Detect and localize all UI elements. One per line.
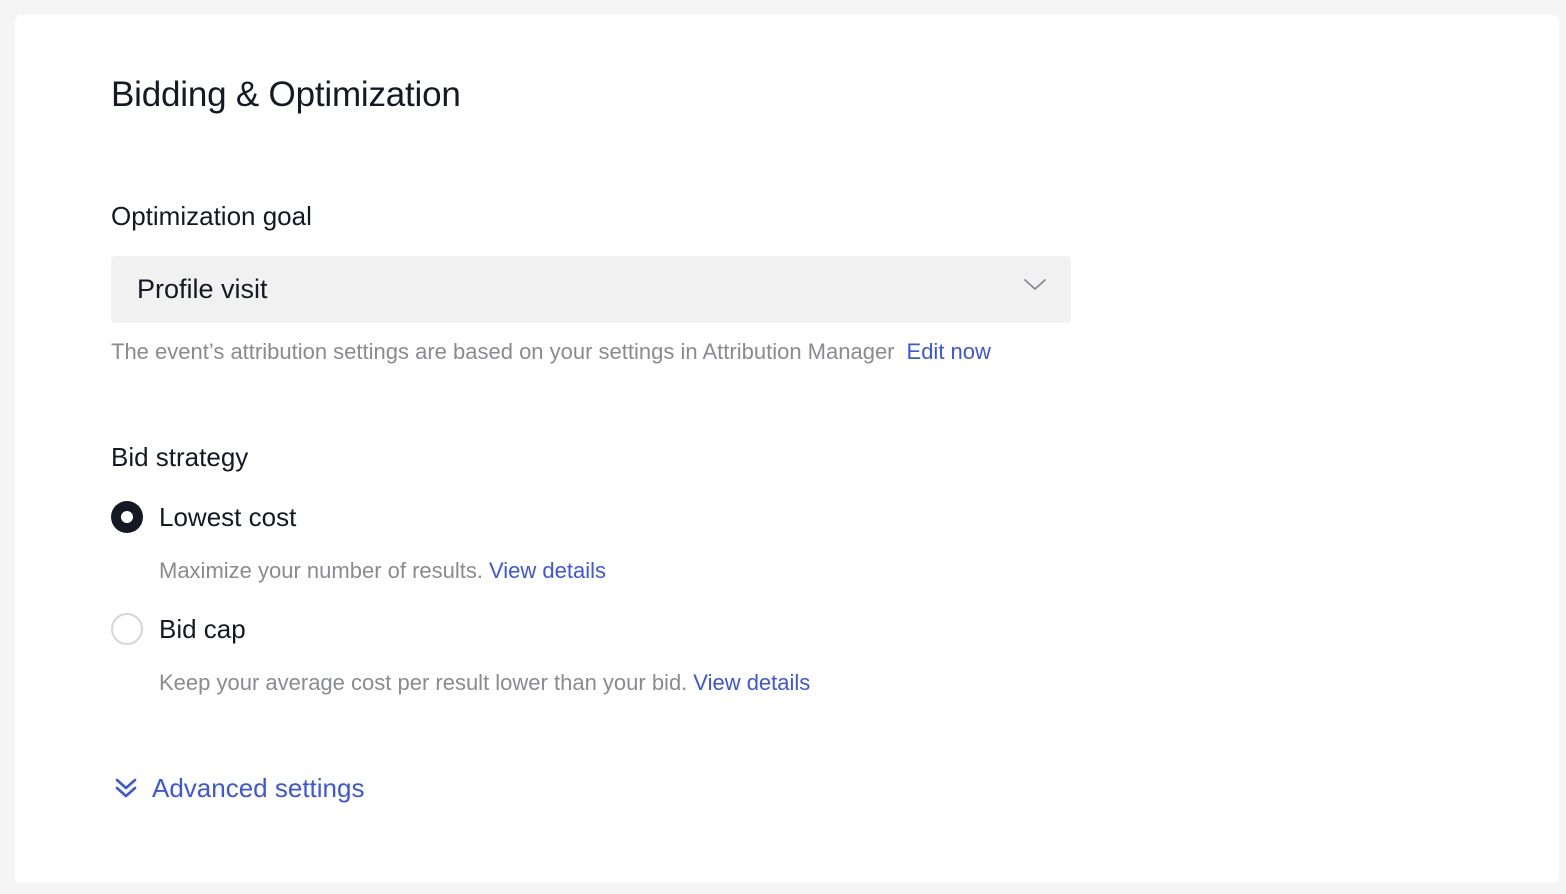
attribution-hint: The event’s attribution settings are bas… bbox=[111, 336, 991, 368]
radio-option-bid-cap[interactable]: Bid cap bbox=[111, 611, 246, 647]
radio-checked-icon[interactable] bbox=[111, 501, 143, 533]
advanced-settings-toggle[interactable]: Advanced settings bbox=[113, 771, 364, 805]
bid-strategy-label: Bid strategy bbox=[111, 442, 249, 472]
advanced-settings-label: Advanced settings bbox=[152, 773, 365, 803]
bid-cap-description: Keep your average cost per result lower … bbox=[159, 667, 810, 699]
optimization-goal-value: Profile visit bbox=[137, 274, 268, 304]
double-chevron-down-icon bbox=[115, 778, 137, 798]
bidding-optimization-card: Bidding & Optimization Optimization goal… bbox=[15, 15, 1559, 883]
radio-label-lowest-cost: Lowest cost bbox=[159, 502, 297, 532]
radio-label-bid-cap: Bid cap bbox=[159, 614, 246, 644]
bid-cap-description-text: Keep your average cost per result lower … bbox=[159, 670, 688, 695]
lowest-cost-view-details-link[interactable]: View details bbox=[489, 558, 606, 583]
lowest-cost-description: Maximize your number of results. View det… bbox=[159, 555, 606, 587]
edit-now-link[interactable]: Edit now bbox=[907, 339, 991, 364]
optimization-goal-label: Optimization goal bbox=[111, 201, 312, 231]
section-title: Bidding & Optimization bbox=[111, 75, 461, 114]
optimization-goal-select[interactable]: Profile visit bbox=[111, 256, 1071, 323]
attribution-hint-text: The event’s attribution settings are bas… bbox=[111, 339, 895, 364]
bid-cap-view-details-link[interactable]: View details bbox=[693, 670, 810, 695]
lowest-cost-description-text: Maximize your number of results. bbox=[159, 558, 483, 583]
radio-unchecked-icon[interactable] bbox=[111, 613, 143, 645]
chevron-down-icon bbox=[1024, 279, 1046, 290]
radio-option-lowest-cost[interactable]: Lowest cost bbox=[111, 499, 296, 535]
